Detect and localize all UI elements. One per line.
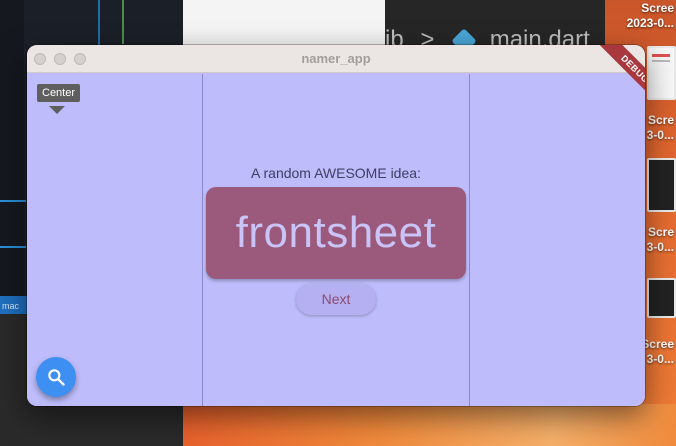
editor-highlight (0, 200, 26, 202)
file-label-name: Scre (647, 113, 674, 127)
editor-highlight (0, 246, 26, 248)
desktop-file-thumbnail[interactable] (647, 46, 676, 100)
next-button[interactable]: Next (296, 284, 376, 315)
window-titlebar[interactable]: namer_app (27, 45, 645, 73)
idea-prompt: A random AWESOME idea: (251, 165, 421, 181)
desktop-file-label[interactable]: Scre 3-0... (647, 113, 674, 143)
search-fab-button[interactable] (36, 357, 76, 397)
file-label-date: 3-0... (646, 128, 674, 142)
word-pair-card: frontsheet (206, 187, 466, 279)
app-content: Center A random AWESOME idea: frontsheet… (27, 74, 645, 406)
word-pair-text: frontsheet (235, 208, 437, 257)
file-label-name: Scre (647, 225, 674, 239)
window-title: namer_app (301, 51, 371, 66)
file-label-date: 3-0... (646, 240, 674, 254)
tooltip-arrow (49, 106, 65, 114)
app-window: namer_app Center A random AWESOME idea: … (27, 45, 645, 406)
thumbnail-detail (652, 54, 670, 57)
file-label-name: Scree (641, 1, 674, 15)
editor-status-text: mac (2, 301, 20, 311)
tooltip: Center (37, 84, 81, 102)
desktop-wallpaper-bottom (183, 404, 676, 446)
desktop-file-thumbnail[interactable] (647, 158, 676, 212)
desktop-file-thumbnail[interactable] (647, 278, 676, 318)
desktop-file-label[interactable]: Scre 3-0... (647, 225, 674, 255)
desktop-file-label[interactable]: Scree 2023-0... (627, 1, 674, 31)
desktop-file-label[interactable]: Scree 3-0... (641, 337, 674, 367)
editor-guide-line (122, 0, 124, 44)
layout-divider (202, 74, 203, 406)
file-label-name: Scree (641, 337, 674, 351)
file-label-date: 3-0... (646, 352, 674, 366)
search-icon (48, 369, 65, 386)
file-label-date: 2023-0... (626, 16, 674, 30)
thumbnail-detail (652, 60, 670, 62)
layout-divider (469, 74, 470, 406)
